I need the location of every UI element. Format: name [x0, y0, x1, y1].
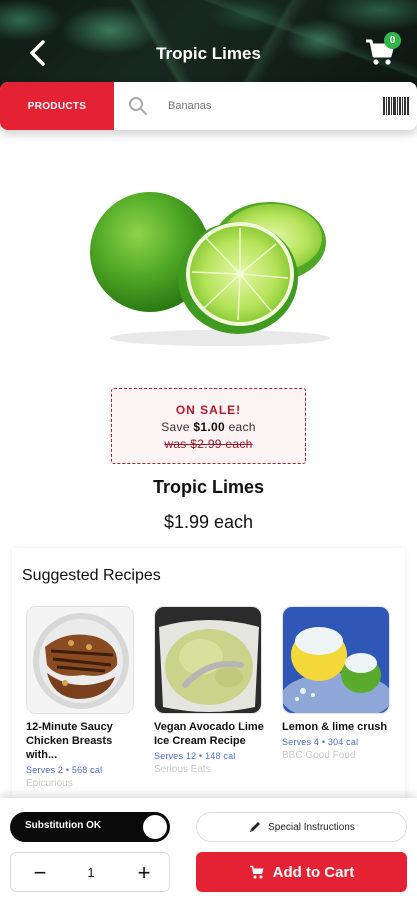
- substitution-toggle[interactable]: Substitution OK: [10, 812, 170, 842]
- cart-icon: [249, 865, 264, 879]
- sale-savings: Save $1.00 each: [112, 420, 305, 434]
- search-icon: [129, 97, 147, 115]
- add-to-cart-button[interactable]: Add to Cart: [196, 852, 407, 892]
- sale-box: ON SALE! Save $1.00 each was $2.99 each: [111, 388, 306, 464]
- special-instructions-button[interactable]: Special Instructions: [196, 812, 407, 842]
- recipe-meta: Serves 12 • 148 cal: [154, 751, 236, 761]
- recipe-title: Lemon & lime crush: [282, 721, 388, 733]
- sale-save-amount: $1.00: [193, 420, 225, 434]
- special-instructions-label: Special Instructions: [268, 821, 355, 833]
- search-input[interactable]: [168, 96, 368, 116]
- sale-save-prefix: Save: [161, 420, 190, 434]
- recipe-card[interactable]: Vegan Avocado Lime Ice Cream Recipe Serv…: [154, 606, 264, 775]
- product-name: Tropic Limes: [152, 477, 265, 497]
- cart-count-badge: 0: [384, 32, 401, 49]
- recipe-image: [282, 606, 390, 714]
- page-title: Tropic Limes: [156, 44, 261, 63]
- quantity-stepper: − 1 +: [10, 852, 170, 892]
- sale-save-suffix: each: [228, 420, 256, 434]
- search-bar: PRODUCTS: [0, 82, 417, 130]
- product-price: $1.99 each: [163, 512, 254, 532]
- recipe-image: [26, 606, 134, 714]
- recipe-source: Serious Eats: [154, 764, 211, 775]
- add-to-cart-label: Add to Cart: [272, 863, 355, 881]
- recipes-heading: Suggested Recipes: [22, 567, 161, 584]
- sale-title: ON SALE!: [175, 403, 242, 417]
- recipe-meta: Serves 4 • 304 cal: [282, 737, 359, 747]
- recipe-title: 12-Minute Saucy Chicken Breasts with...: [26, 721, 113, 761]
- barcode-icon[interactable]: [383, 97, 409, 115]
- toggle-knob: [143, 815, 167, 839]
- products-button[interactable]: PRODUCTS: [0, 82, 114, 130]
- substitution-label: Substitution OK: [25, 820, 102, 831]
- decrease-quantity-button[interactable]: −: [29, 861, 51, 885]
- pencil-icon: [250, 822, 261, 832]
- recipe-card[interactable]: 12-Minute Saucy Chicken Breasts with... …: [26, 606, 136, 789]
- quantity-value: 1: [87, 865, 95, 880]
- increase-quantity-button[interactable]: +: [133, 861, 155, 885]
- recipe-title: Vegan Avocado Lime Ice Cream Recipe: [154, 721, 264, 747]
- product-image: [90, 192, 330, 346]
- recipe-source: BBC Good Food: [282, 750, 356, 761]
- recipe-card[interactable]: Lemon & lime crush Serves 4 • 304 cal BB…: [282, 606, 392, 761]
- recipe-source: Epicurious: [26, 778, 73, 789]
- sale-was-price: was $2.99 each: [164, 437, 253, 451]
- recipe-image: [154, 606, 262, 714]
- recipe-meta: Serves 2 • 568 cal: [26, 765, 103, 775]
